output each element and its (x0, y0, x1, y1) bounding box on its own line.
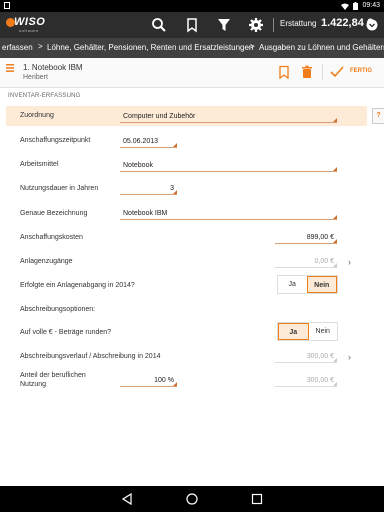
nutzungsdauer-field[interactable]: 3 (120, 183, 177, 195)
abschreibungsverlauf-label: Abschreibungsverlauf / Abschreibung in 2… (20, 353, 161, 360)
anteil-label-line2: Nutzung (20, 381, 47, 388)
bezeichnung-label: Genaue Bezeichnung (20, 210, 88, 217)
menu-icon[interactable] (6, 64, 14, 72)
bezeichnung-value: Notebook IBM (123, 210, 168, 217)
anlagenabgang-ja-button[interactable]: Ja (278, 276, 307, 293)
runden-ja-button[interactable]: Ja (278, 323, 309, 340)
help-tab[interactable]: ? (372, 108, 384, 124)
arbeitsmittel-field[interactable]: Notebook (120, 160, 337, 172)
brand-name: WISO (14, 16, 46, 28)
done-button[interactable]: FERTIG (350, 68, 372, 74)
status-time: 09:43 (362, 2, 380, 9)
abschreibungsverlauf-value: 300,00 € (306, 353, 334, 360)
runden-label: Auf volle € - Beträge runden? (20, 329, 112, 336)
anschaffungskosten-field[interactable]: 899,00 € (275, 232, 337, 244)
breadcrumb: erfassen > Löhne, Gehälter, Pensionen, R… (0, 38, 384, 58)
anteil-percent-value: 100 % (154, 377, 174, 384)
record-subtitle: Heribert (23, 74, 48, 81)
zuordnung-value: Computer und Zubehör (123, 113, 196, 120)
check-icon[interactable] (330, 65, 344, 79)
abschreibungsoptionen-label: Abschreibungsoptionen: (20, 306, 96, 313)
app-bar: WISO software Erstattung 1.422,84 € (0, 12, 384, 38)
anlagenabgang-label: Erfolgte ein Anlagenabgang in 2014? (20, 282, 135, 289)
header-separator (322, 64, 323, 80)
zuordnung-label: Zuordnung (20, 112, 54, 119)
anschaffungszeitpunkt-label: Anschaffungszeitpunkt (20, 137, 91, 144)
filter-icon[interactable] (216, 17, 232, 33)
record-header: 1. Notebook IBM Heribert FERTIG (0, 58, 384, 88)
anschaffungskosten-label: Anschaffungskosten (20, 234, 83, 241)
wiso-logo[interactable]: WISO software (6, 16, 48, 34)
wifi-icon (341, 3, 350, 10)
status-bar: 09:43 (0, 0, 384, 12)
bezeichnung-field[interactable]: Notebook IBM (120, 208, 337, 220)
bookmark-icon[interactable] (184, 17, 200, 33)
anschaffungszeitpunkt-field[interactable]: 05.06.2013 (120, 136, 177, 148)
anlagenzugaenge-label: Anlagenzugänge (20, 258, 73, 265)
arbeitsmittel-label: Arbeitsmittel (20, 161, 59, 168)
battery-icon (353, 2, 359, 10)
arbeitsmittel-value: Notebook (123, 162, 153, 169)
breadcrumb-arrow-icon: > (250, 42, 255, 51)
gear-icon[interactable] (248, 17, 264, 33)
erstattung-label: Erstattung (280, 19, 317, 28)
anlagenabgang-toggle: Ja Nein (277, 275, 338, 294)
nutzungsdauer-label: Nutzungsdauer in Jahren (20, 185, 99, 192)
zuordnung-select[interactable]: Computer und Zubehör (120, 111, 337, 123)
anlagenabgang-nein-button[interactable]: Nein (306, 276, 337, 293)
notification-icon (4, 2, 10, 9)
section-title: INVENTAR-ERFASSUNG (8, 93, 81, 99)
breadcrumb-item[interactable]: Löhne, Gehälter, Pensionen, Renten und E… (47, 43, 253, 52)
recents-icon[interactable] (250, 492, 264, 506)
anschaffungszeitpunkt-value: 05.06.2013 (123, 138, 159, 145)
chevron-down-icon[interactable] (366, 19, 378, 31)
brand-sub: software (19, 28, 39, 33)
anteil-percent-field[interactable]: 100 % (120, 375, 177, 387)
breadcrumb-item[interactable]: Ausgaben zu Löhnen und Gehältern (259, 43, 384, 52)
anteil-label-line1: Anteil der beruflichen (20, 372, 86, 379)
appbar-separator (273, 18, 274, 32)
anschaffungskosten-value: 899,00 € (306, 234, 334, 241)
breadcrumb-item[interactable]: erfassen (2, 43, 33, 52)
breadcrumb-arrow-icon: > (38, 42, 43, 51)
system-nav-bar (0, 486, 384, 512)
anteil-amount-value: 300,00 € (306, 377, 334, 384)
back-icon[interactable] (120, 492, 134, 506)
record-title: 1. Notebook IBM (23, 63, 83, 72)
trash-icon[interactable] (300, 65, 314, 79)
anlagenzugaenge-field[interactable]: 0,00 € (275, 256, 337, 268)
chevron-right-icon[interactable]: › (348, 258, 356, 267)
anteil-amount-field: 300,00 € (275, 375, 337, 387)
bookmark-icon[interactable] (277, 65, 291, 79)
abschreibungsverlauf-field[interactable]: 300,00 € (275, 351, 337, 363)
chevron-right-icon[interactable]: › (348, 353, 356, 362)
runden-toggle: Ja Nein (277, 322, 338, 341)
search-icon[interactable] (151, 17, 167, 33)
home-icon[interactable] (185, 492, 199, 506)
anlagenzugaenge-value: 0,00 € (314, 258, 334, 265)
runden-nein-button[interactable]: Nein (308, 323, 337, 340)
status-right: 09:43 (341, 2, 380, 10)
